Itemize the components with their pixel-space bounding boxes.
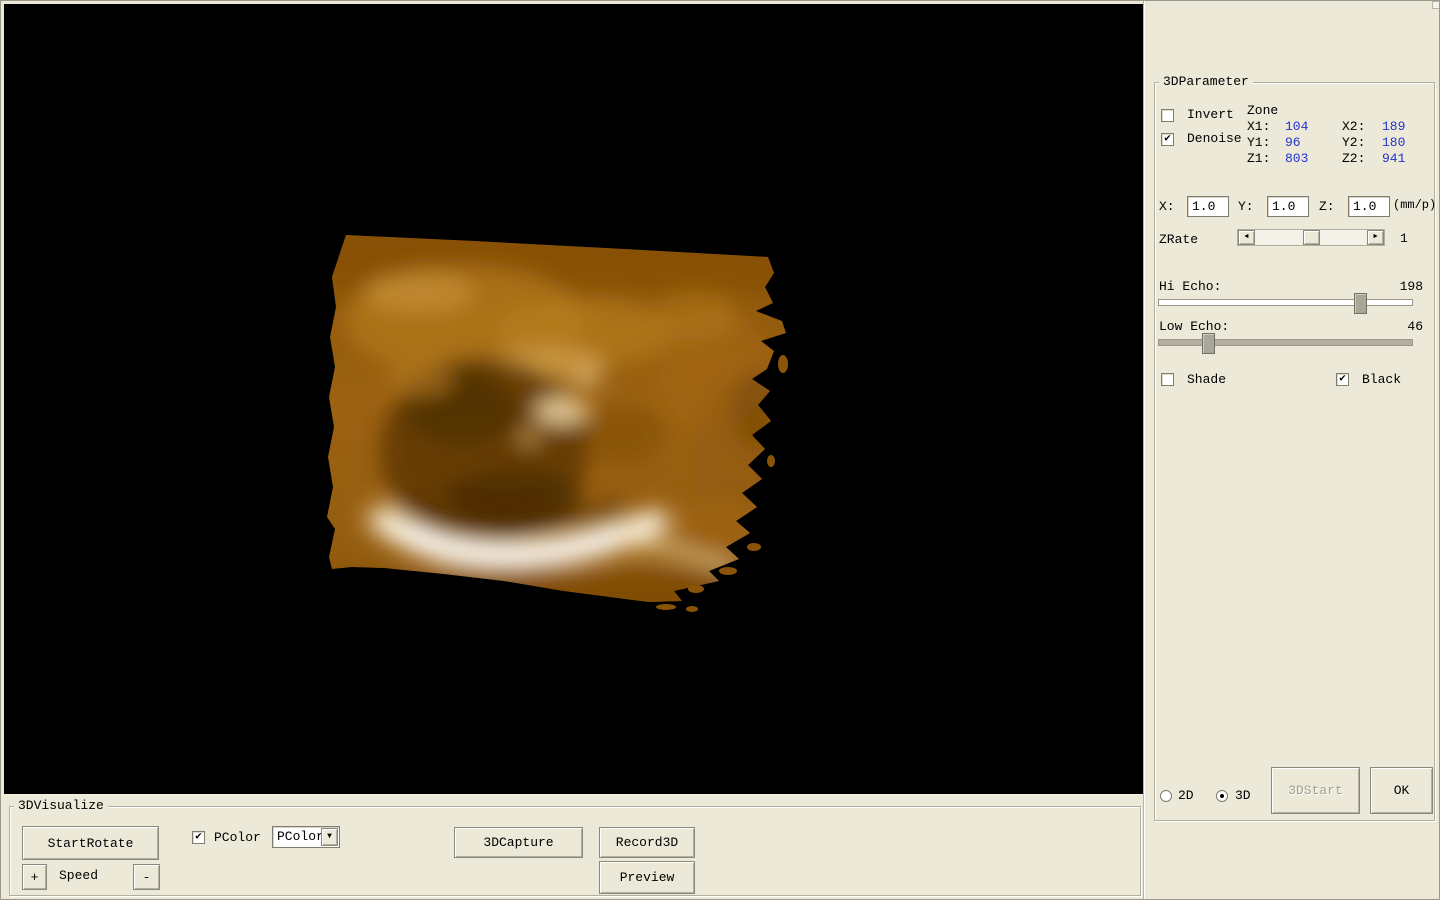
start-rotate-button[interactable]: StartRotate: [22, 826, 159, 860]
zone-y2-label: Y2:: [1342, 136, 1365, 150]
start-3d-button[interactable]: 3DStart: [1271, 767, 1360, 814]
check-icon: ✔: [1164, 134, 1171, 145]
mode-2d-radio[interactable]: [1160, 790, 1172, 802]
unit-label: (mm/p): [1393, 198, 1436, 212]
chevron-down-icon: ▼: [327, 833, 332, 841]
render-viewport[interactable]: [4, 4, 1143, 794]
z-scale-input[interactable]: [1348, 196, 1390, 217]
group-3dparameter: 3DParameter Invert ✔ Denoise Zone X1: 10…: [1154, 82, 1435, 821]
group-3dparameter-title: 3DParameter: [1159, 75, 1253, 89]
invert-checkbox[interactable]: [1161, 109, 1174, 122]
speed-minus-button[interactable]: -: [133, 864, 160, 890]
zone-z2-value: 941: [1382, 152, 1405, 166]
record-3d-button[interactable]: Record3D: [599, 827, 695, 858]
zone-y1-label: Y1:: [1247, 136, 1270, 150]
zone-x2-label: X2:: [1342, 120, 1365, 134]
mode-3d-label[interactable]: 3D: [1235, 789, 1251, 803]
pcolor-combobox[interactable]: PColor ▼: [272, 826, 340, 848]
pcolor-combobox-dropdown-button[interactable]: ▼: [321, 828, 338, 846]
y-scale-input[interactable]: [1267, 196, 1309, 217]
x-scale-input[interactable]: [1187, 196, 1229, 217]
black-checkbox[interactable]: ✔: [1336, 373, 1349, 386]
invert-label[interactable]: Invert: [1187, 108, 1234, 122]
z-scale-label: Z:: [1319, 200, 1335, 214]
hi-echo-value: 198: [1393, 280, 1423, 294]
group-3dvisualize: 3DVisualize StartRotate + Speed - ✔ PCol…: [9, 806, 1141, 896]
resize-grip: [1432, 1, 1440, 9]
zrate-scroll-thumb[interactable]: [1303, 230, 1320, 245]
low-echo-slider-thumb[interactable]: [1202, 333, 1215, 354]
visualize-panel: 3DVisualize StartRotate + Speed - ✔ PCol…: [1, 794, 1143, 900]
y-scale-label: Y:: [1238, 200, 1254, 214]
check-icon: ✔: [1339, 374, 1346, 385]
zone-y2-value: 180: [1382, 136, 1405, 150]
speed-plus-button[interactable]: +: [22, 864, 47, 890]
pcolor-checkbox[interactable]: ✔: [192, 831, 205, 844]
ultrasound-3d-render: [324, 229, 804, 619]
zone-x1-label: X1:: [1247, 120, 1270, 134]
low-echo-value: 46: [1393, 320, 1423, 334]
zone-x2-value: 189: [1382, 120, 1405, 134]
zone-z1-label: Z1:: [1247, 152, 1270, 166]
parameter-panel: 3DParameter Invert ✔ Denoise Zone X1: 10…: [1143, 1, 1440, 900]
mode-2d-label[interactable]: 2D: [1178, 789, 1194, 803]
capture-3d-button[interactable]: 3DCapture: [454, 827, 583, 858]
group-3dvisualize-title: 3DVisualize: [14, 799, 108, 813]
app-window: 3DParameter Invert ✔ Denoise Zone X1: 10…: [0, 0, 1440, 900]
black-label[interactable]: Black: [1362, 373, 1401, 387]
hi-echo-label: Hi Echo:: [1159, 280, 1221, 294]
low-echo-track[interactable]: [1158, 339, 1413, 346]
ok-button[interactable]: OK: [1370, 767, 1433, 814]
zrate-scroll-left-button[interactable]: ◄: [1238, 230, 1255, 245]
zone-z2-label: Z2:: [1342, 152, 1365, 166]
hi-echo-track[interactable]: [1158, 299, 1413, 306]
denoise-label[interactable]: Denoise: [1187, 132, 1242, 146]
arrow-right-icon: ►: [1373, 234, 1377, 241]
zrate-label: ZRate: [1159, 233, 1198, 247]
low-echo-label: Low Echo:: [1159, 320, 1229, 334]
zone-x1-value: 104: [1285, 120, 1308, 134]
check-icon: ✔: [195, 832, 202, 843]
zrate-scrollbar[interactable]: ◄ ►: [1237, 229, 1385, 246]
x-scale-label: X:: [1159, 200, 1175, 214]
zone-y1-value: 96: [1285, 136, 1301, 150]
shade-label[interactable]: Shade: [1187, 373, 1226, 387]
zone-z1-value: 803: [1285, 152, 1308, 166]
zrate-value: 1: [1400, 232, 1408, 246]
mode-3d-radio[interactable]: [1216, 790, 1228, 802]
zrate-scroll-right-button[interactable]: ►: [1367, 230, 1384, 245]
preview-button[interactable]: Preview: [599, 861, 695, 894]
shade-checkbox[interactable]: [1161, 373, 1174, 386]
pcolor-label[interactable]: PColor: [214, 831, 261, 845]
speed-label: Speed: [59, 869, 98, 883]
denoise-checkbox[interactable]: ✔: [1161, 133, 1174, 146]
zone-title: Zone: [1247, 104, 1278, 118]
arrow-left-icon: ◄: [1244, 234, 1248, 241]
pcolor-combobox-value: PColor: [277, 829, 324, 844]
hi-echo-slider-thumb[interactable]: [1354, 293, 1367, 314]
